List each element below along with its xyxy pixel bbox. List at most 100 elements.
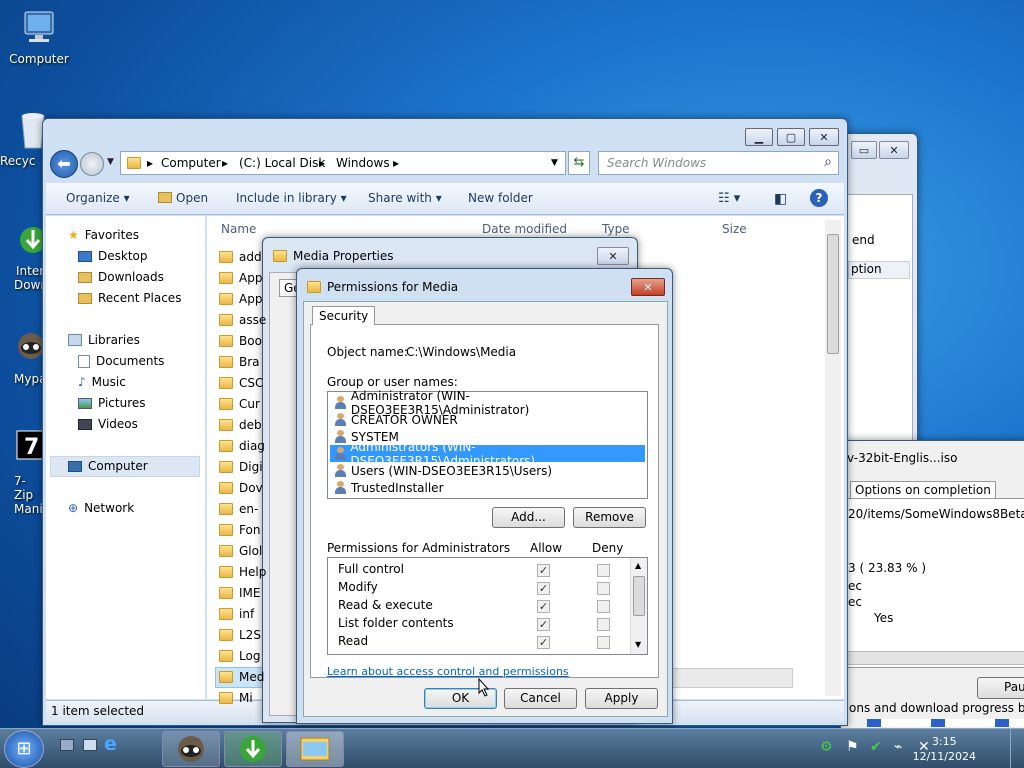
- file-row[interactable]: Fon: [219, 519, 260, 540]
- file-row[interactable]: add: [219, 246, 262, 267]
- file-row[interactable]: Digi: [219, 456, 263, 477]
- user-list-item[interactable]: Administrators (WIN-DSEO3EE3R15\Administ…: [330, 440, 645, 468]
- permission-scrollbar[interactable]: ▲ ▼: [630, 558, 647, 654]
- forward-button[interactable]: [80, 152, 104, 176]
- allow-checkbox[interactable]: ✓: [537, 582, 550, 595]
- close-button[interactable]: ✕: [597, 247, 629, 265]
- scroll-thumb[interactable]: [633, 576, 645, 616]
- file-row[interactable]: CSC: [219, 372, 263, 393]
- start-button[interactable]: ⊞: [4, 730, 44, 768]
- cancel-button[interactable]: Cancel: [504, 688, 577, 709]
- allow-checkbox[interactable]: ✓: [537, 636, 550, 649]
- file-row[interactable]: Boo: [219, 330, 262, 351]
- breadcrumb-local-disk[interactable]: (C:) Local Disk: [239, 156, 325, 170]
- desktop-icon-mypal[interactable]: Mypa: [0, 328, 46, 386]
- share-with-menu[interactable]: Share with ▾: [368, 191, 442, 205]
- tray-network-icon[interactable]: ⚙: [820, 739, 833, 755]
- file-row[interactable]: IME: [219, 582, 260, 603]
- file-row[interactable]: asse: [219, 309, 266, 330]
- permission-list[interactable]: Full control ✓ Modify ✓ Read & execute ✓ List …: [327, 557, 648, 655]
- show-desktop-icon[interactable]: [60, 739, 74, 751]
- user-list-item[interactable]: Users (WIN-DSEO3EE3R15\Users): [330, 462, 645, 479]
- download-window[interactable]: v-32bit-Englis...iso Options on completi…: [840, 440, 1024, 730]
- nav-music[interactable]: ♪ Music: [78, 375, 126, 389]
- user-list-item[interactable]: CREATOR OWNER: [330, 411, 645, 428]
- address-bar[interactable]: ▸ Computer ▸ (C:) Local Disk ▸ Windows ▸…: [120, 151, 566, 175]
- desktop-icon-7zip-manager[interactable]: 7 7-Zip Mani: [0, 430, 46, 516]
- refresh-button[interactable]: ⇆: [568, 151, 590, 175]
- file-row[interactable]: Cur: [219, 393, 260, 414]
- close-button[interactable]: ✕: [809, 128, 839, 146]
- nav-libraries[interactable]: Libraries: [68, 333, 140, 347]
- internet-explorer-icon[interactable]: e: [104, 733, 117, 755]
- taskbar-mypal[interactable]: [162, 731, 220, 767]
- allow-checkbox[interactable]: ✓: [537, 564, 550, 577]
- deny-checkbox[interactable]: [597, 564, 610, 577]
- deny-checkbox[interactable]: [597, 582, 610, 595]
- user-list-item[interactable]: TrustedInstaller: [330, 479, 645, 496]
- deny-checkbox[interactable]: [597, 618, 610, 631]
- new-folder-button[interactable]: New folder: [468, 191, 533, 205]
- breadcrumb-computer[interactable]: Computer: [161, 156, 221, 170]
- nav-pictures[interactable]: Pictures: [78, 396, 146, 410]
- desktop-icon-download-manager[interactable]: Inter Dowr: [0, 220, 46, 292]
- desktop-icon-computer[interactable]: Computer: [2, 8, 76, 66]
- file-row[interactable]: Bra: [219, 351, 260, 372]
- nav-favorites[interactable]: ★ Favorites: [68, 228, 139, 242]
- tray-security-icon[interactable]: ✔: [870, 739, 882, 755]
- column-name[interactable]: Name: [221, 222, 256, 236]
- file-row[interactable]: en-: [219, 498, 258, 519]
- organize-menu[interactable]: Organize ▾: [66, 191, 130, 205]
- file-row[interactable]: diag: [219, 435, 265, 456]
- remove-button[interactable]: Remove: [573, 507, 646, 528]
- apply-button[interactable]: Apply: [585, 688, 658, 709]
- preview-pane-icon[interactable]: ◧: [774, 191, 787, 207]
- close-button[interactable]: ✕: [631, 278, 665, 296]
- taskbar-download-manager[interactable]: [224, 731, 282, 767]
- nav-downloads[interactable]: Downloads: [78, 270, 164, 284]
- system-clock[interactable]: 3:15 12/11/2024: [913, 734, 976, 764]
- taskbar-explorer[interactable]: [286, 731, 344, 767]
- minimize-button[interactable]: ▭: [851, 141, 877, 159]
- add-button[interactable]: Add...: [492, 507, 565, 528]
- include-in-library-menu[interactable]: Include in library ▾: [236, 191, 347, 205]
- vertical-scrollbar[interactable]: [825, 220, 841, 696]
- scroll-up-icon[interactable]: ▲: [635, 561, 641, 570]
- file-row[interactable]: App: [219, 267, 262, 288]
- file-row[interactable]: Log: [219, 645, 260, 666]
- show-desktop-button[interactable]: [1010, 729, 1024, 768]
- breadcrumb-windows[interactable]: Windows: [336, 156, 390, 170]
- nav-network[interactable]: ⊕ Network: [68, 501, 134, 515]
- nav-videos[interactable]: Videos: [78, 417, 138, 431]
- nav-computer[interactable]: Computer: [68, 459, 148, 473]
- column-size[interactable]: Size: [722, 222, 747, 236]
- deny-checkbox[interactable]: [597, 636, 610, 649]
- group-user-list[interactable]: Administrator (WIN-DSEO3EE3R15\Administr…: [327, 389, 648, 499]
- column-type[interactable]: Type: [602, 222, 630, 236]
- column-date-modified[interactable]: Date modified: [482, 222, 567, 236]
- file-row[interactable]: Help: [219, 561, 266, 582]
- pause-button[interactable]: Paus: [977, 677, 1024, 699]
- file-row[interactable]: Dov: [219, 477, 263, 498]
- nav-desktop[interactable]: Desktop: [78, 249, 148, 263]
- file-row[interactable]: deb: [219, 414, 262, 435]
- file-row[interactable]: L2S: [219, 624, 261, 645]
- allow-checkbox[interactable]: ✓: [537, 618, 550, 631]
- view-options-icon[interactable]: ☷ ▾: [718, 191, 740, 206]
- nav-documents[interactable]: Documents: [78, 354, 164, 368]
- desktop-icon-recycle-bin[interactable]: Recyc: [0, 110, 45, 168]
- scroll-thumb[interactable]: [827, 234, 839, 354]
- tab-security[interactable]: Security: [312, 306, 376, 325]
- minimize-button[interactable]: ▁: [745, 128, 773, 146]
- address-dropdown-icon[interactable]: ▼: [551, 158, 558, 168]
- tray-power-icon[interactable]: ⌁: [894, 739, 902, 755]
- file-row[interactable]: App: [219, 288, 262, 309]
- file-row[interactable]: Med: [219, 666, 264, 687]
- back-button[interactable]: ⬅: [50, 150, 78, 178]
- help-icon[interactable]: ?: [810, 189, 828, 207]
- switch-window-icon[interactable]: [83, 739, 97, 751]
- file-row[interactable]: Mi: [219, 687, 253, 708]
- tab-options-on-completion[interactable]: Options on completion: [850, 481, 996, 498]
- user-list-item[interactable]: Administrator (WIN-DSEO3EE3R15\Administr…: [330, 389, 645, 417]
- recent-pages-dropdown[interactable]: ▼: [107, 157, 114, 167]
